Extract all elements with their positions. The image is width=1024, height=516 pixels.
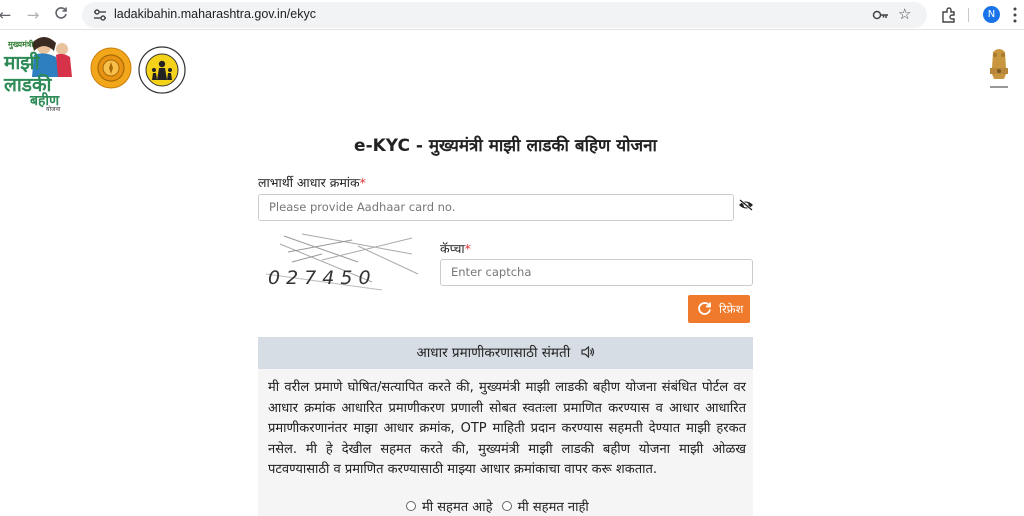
required-mark: * (359, 175, 366, 190)
page-title: e-KYC - मुख्यमंत्री माझी लाडकी बहिण योजन… (354, 136, 657, 156)
aadhaar-label: लाभार्थी आधार क्रमांक* (258, 174, 366, 191)
disagree-radio[interactable] (501, 501, 512, 511)
password-key-icon[interactable] (872, 7, 890, 23)
agree-option[interactable]: मी सहमत आहे (406, 497, 492, 515)
agree-label: मी सहमत आहे (422, 500, 493, 515)
extensions-icon[interactable] (940, 6, 958, 24)
captcha-required-mark: * (464, 241, 471, 256)
refresh-icon (698, 302, 711, 315)
captcha-label-text: कॅप्चा (440, 241, 465, 256)
national-emblem (990, 49, 1008, 88)
browser-menu-icon[interactable] (1012, 6, 1018, 24)
consent-header: आधार प्रमाणीकरणासाठी संमती (258, 337, 753, 369)
url-text[interactable]: ladakibahin.maharashtra.gov.in/ekyc (114, 7, 316, 21)
refresh-label: रिफ्रेश (719, 302, 744, 316)
captcha-input[interactable]: Enter captcha (440, 259, 753, 286)
consent-text: मी वरील प्रमाणे घोषित/सत्यापित करते की, … (268, 380, 746, 478)
disagree-label: मी सहमत नाही (517, 500, 589, 515)
eye-slash-icon[interactable] (738, 198, 754, 212)
ladki-bahin-logo: मुख्यमंत्री माझी लाडकी बहीण योजना (3, 37, 72, 111)
maharashtra-govt-seal (90, 47, 132, 89)
back-icon[interactable]: ← (0, 6, 14, 24)
consent-heading: आधार प्रमाणीकरणासाठी संमती (416, 345, 571, 361)
browser-toolbar: ← → ladakibahin.maharashtra.gov.in/ekyc … (0, 0, 1024, 30)
reload-icon[interactable] (52, 6, 70, 24)
toolbar-separator (968, 8, 969, 22)
speaker-icon[interactable] (580, 346, 595, 358)
women-child-dept-seal (138, 46, 186, 94)
aadhaar-label-text: लाभार्थी आधार क्रमांक (258, 175, 360, 190)
refresh-captcha-button[interactable]: रिफ्रेश (688, 295, 750, 323)
svg-text:मुख्यमंत्री: मुख्यमंत्री (7, 39, 34, 50)
forward-icon[interactable]: → (24, 6, 42, 24)
svg-text:माझी: माझी (3, 51, 41, 74)
captcha-code: 027450 (268, 267, 377, 289)
site-info-icon[interactable] (92, 7, 108, 23)
captcha-label: कॅप्चा* (440, 240, 471, 257)
consent-body: मी वरील प्रमाणे घोषित/सत्यापित करते की, … (258, 369, 753, 516)
address-bar[interactable]: ladakibahin.maharashtra.gov.in/ekyc ☆ (82, 2, 927, 28)
consent-options: मी सहमत आहे मी सहमत नाही (406, 497, 594, 515)
svg-text:योजना: योजना (46, 105, 61, 111)
agree-radio[interactable] (406, 501, 416, 511)
disagree-option[interactable]: मी सहमत नाही (501, 497, 589, 515)
captcha-image: 027450 (265, 233, 419, 291)
profile-avatar[interactable]: N (983, 6, 1000, 23)
captcha-placeholder: Enter captcha (451, 265, 532, 279)
aadhaar-placeholder: Please provide Aadhaar card no. (269, 200, 456, 214)
aadhaar-input[interactable]: Please provide Aadhaar card no. (258, 194, 734, 221)
bookmark-star-icon[interactable]: ☆ (898, 5, 911, 23)
